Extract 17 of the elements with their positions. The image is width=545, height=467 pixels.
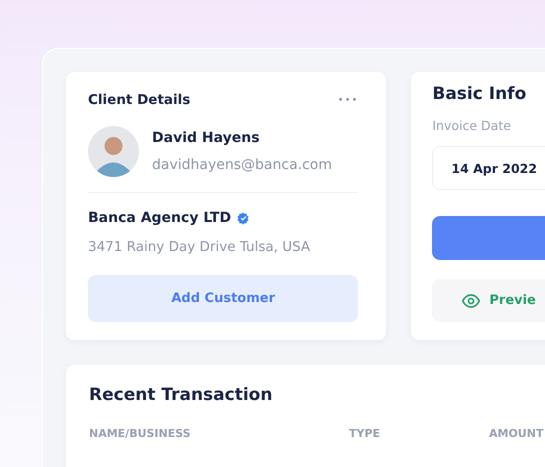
eye-icon	[462, 294, 480, 308]
avatar-icon	[88, 126, 139, 177]
client-email: davidhayens@banca.com	[152, 157, 332, 173]
more-menu-button[interactable]: •••	[338, 94, 358, 106]
company-name: Banca Agency LTD	[88, 210, 232, 226]
date-field[interactable]: 14 Apr 2022	[432, 146, 545, 190]
card-title: Client Details	[88, 92, 190, 108]
company-address: 3471 Rainy Day Drive Tulsa, USA	[88, 239, 312, 255]
card-title: Recent Transaction	[89, 385, 272, 405]
column-header: TYPE	[349, 427, 382, 440]
card-title: Basic Info	[432, 84, 528, 104]
client-name: David Hayens	[152, 130, 261, 146]
preview-button[interactable]: Previe	[432, 279, 545, 322]
column-header: AMOUNT	[489, 427, 544, 440]
add-customer-button[interactable]: Add Customer	[88, 275, 358, 322]
column-header: NAME/BUSINESS	[89, 427, 192, 440]
field-label: Invoice Date	[432, 118, 512, 133]
